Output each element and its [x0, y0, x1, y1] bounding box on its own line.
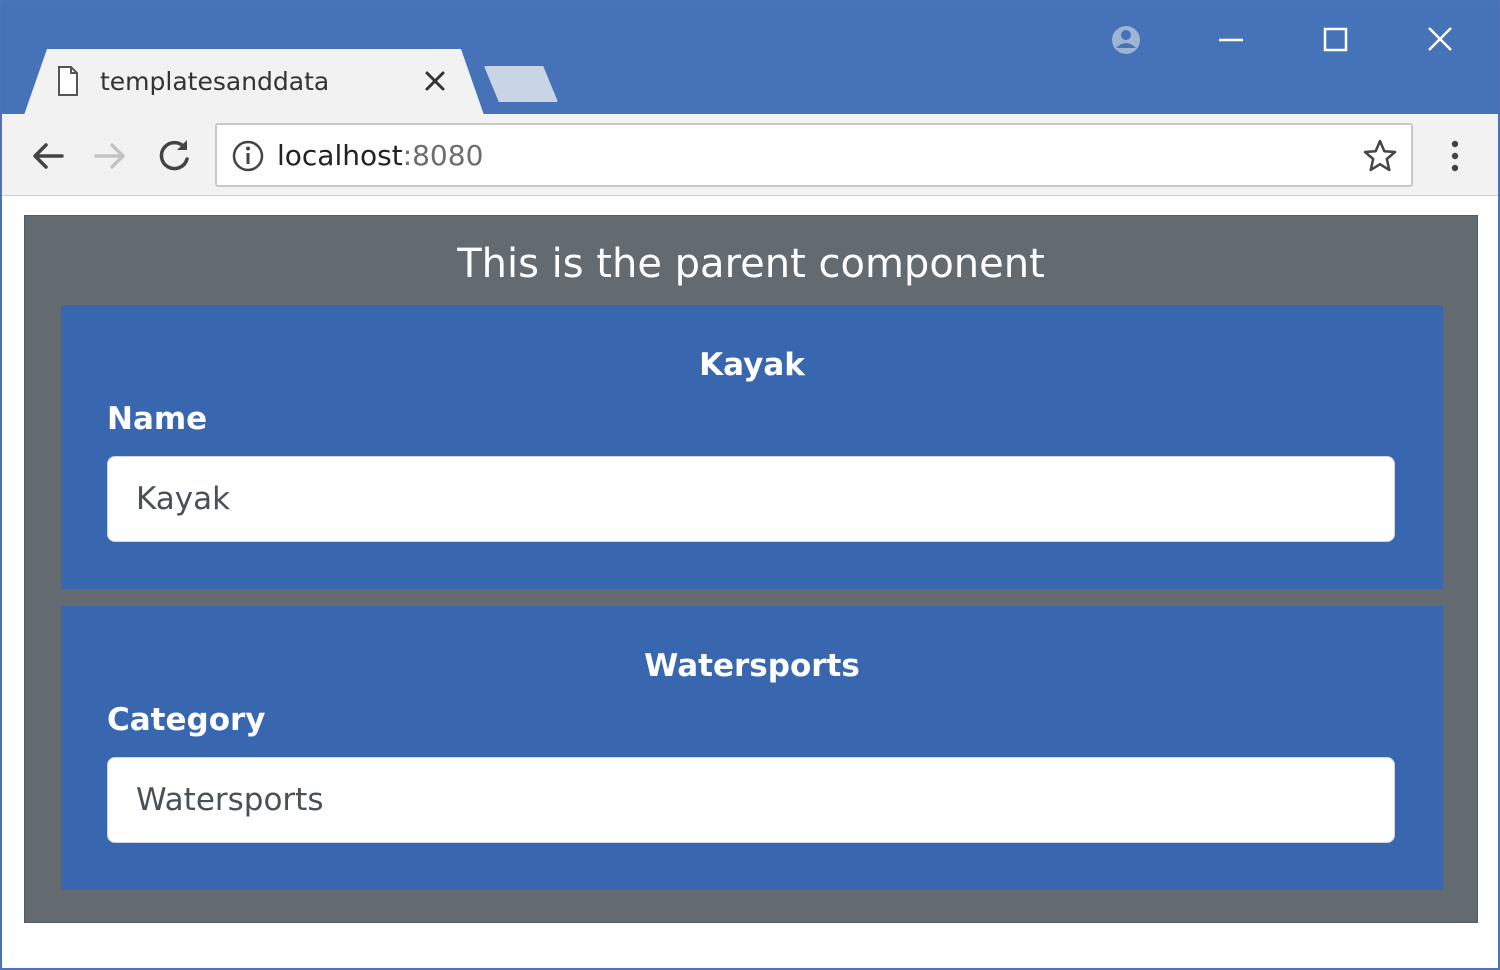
maximize-icon[interactable] [1315, 20, 1355, 60]
field-label-category: Category [107, 702, 266, 738]
parent-component-panel: This is the parent component Kayak Name … [24, 215, 1478, 923]
forward-arrow-icon[interactable] [88, 134, 132, 178]
close-icon[interactable] [420, 66, 450, 96]
page-icon [58, 66, 78, 96]
title-bar: templatesanddata [2, 2, 1498, 115]
address-bar[interactable]: localhost:8080 [215, 123, 1413, 187]
profile-icon[interactable] [1106, 20, 1146, 60]
star-icon[interactable] [1362, 138, 1398, 174]
reload-icon[interactable] [152, 134, 196, 178]
browser-window: templatesanddata localhost:8080 This is … [0, 0, 1500, 970]
menu-icon[interactable] [1438, 134, 1472, 178]
page-viewport: This is the parent component Kayak Name … [2, 196, 1498, 968]
url-text[interactable]: localhost:8080 [277, 135, 483, 177]
window-close-icon[interactable] [1420, 20, 1460, 60]
new-tab-button[interactable] [484, 66, 558, 102]
card-heading: Watersports [644, 648, 860, 684]
url-port: :8080 [402, 139, 484, 172]
child-card-category: Watersports Category Watersports [61, 606, 1443, 890]
field-label-name: Name [107, 401, 208, 437]
name-input[interactable]: Kayak [107, 456, 1395, 542]
child-card-name: Kayak Name Kayak [61, 305, 1443, 589]
browser-toolbar: localhost:8080 [2, 114, 1498, 196]
tab-title: templatesanddata [100, 67, 330, 96]
url-host: localhost [277, 139, 403, 172]
info-icon[interactable] [231, 139, 265, 173]
card-heading: Kayak [699, 347, 805, 383]
back-arrow-icon[interactable] [26, 134, 70, 178]
parent-title: This is the parent component [457, 241, 1045, 287]
category-input[interactable]: Watersports [107, 757, 1395, 843]
minimize-icon[interactable] [1211, 20, 1251, 60]
